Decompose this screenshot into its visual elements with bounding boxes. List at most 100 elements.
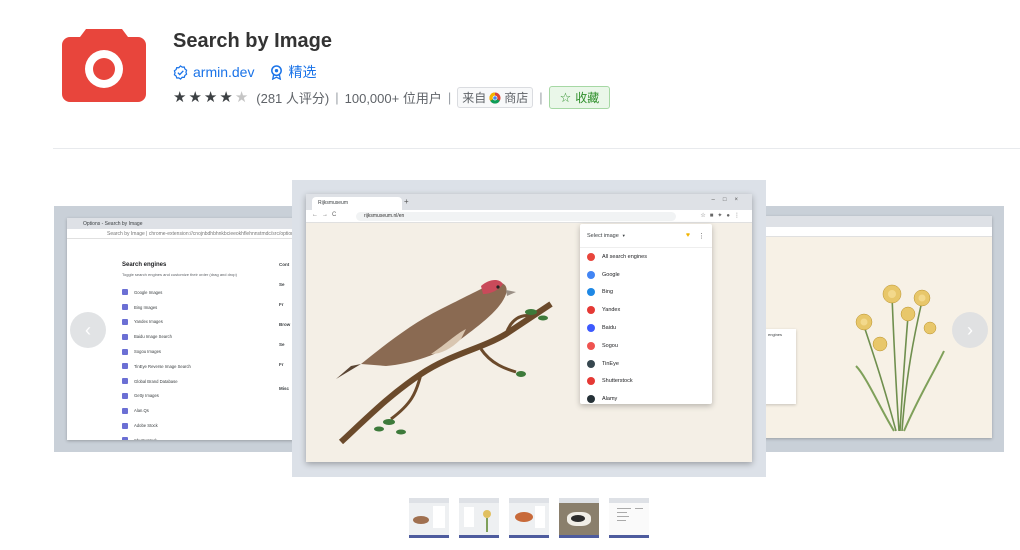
- checkbox-icon[interactable]: [122, 378, 128, 385]
- engine-option-row[interactable]: Alan.Qs: [122, 403, 237, 418]
- carousel-prev-button[interactable]: ‹: [70, 312, 106, 348]
- user-count: 100,000+ 位用户: [344, 91, 442, 106]
- divider: |: [335, 90, 339, 105]
- engine-option-label: Bing Images: [134, 304, 158, 310]
- engine-option-row[interactable]: Yandex Images: [122, 315, 237, 330]
- bird-illustration: [336, 280, 553, 444]
- checkbox-icon[interactable]: [122, 392, 128, 399]
- checkbox-icon[interactable]: [122, 304, 128, 311]
- favorite-button[interactable]: ☆ 收藏: [548, 86, 611, 109]
- store-prefix: 来自: [462, 91, 487, 105]
- engine-option-row[interactable]: Google Images: [122, 285, 237, 300]
- engine-option-row[interactable]: Getty Images: [122, 389, 237, 404]
- engine-menu-item[interactable]: Shutterstock: [580, 373, 712, 391]
- checkbox-icon[interactable]: [122, 348, 128, 355]
- thumbnail-4[interactable]: [559, 498, 599, 538]
- shutterstock-icon: [587, 377, 595, 386]
- checkbox-icon[interactable]: [122, 363, 128, 370]
- engine-menu-label: Google: [602, 271, 620, 278]
- engine-menu-item[interactable]: Bing: [580, 284, 712, 302]
- select-image-dropdown[interactable]: Select image: [587, 233, 619, 239]
- meta-row: armin.dev 精选: [173, 62, 316, 82]
- engine-menu-item[interactable]: Baidu: [580, 319, 712, 337]
- engine-option-row[interactable]: Global Brand Database: [122, 374, 237, 389]
- baidu-icon: [587, 324, 595, 333]
- engine-menu-item[interactable]: TinEye: [580, 355, 712, 373]
- engine-menu-item[interactable]: Google: [580, 266, 712, 284]
- star-half-icon: ★: [234, 88, 249, 106]
- checkbox-icon[interactable]: [122, 407, 128, 414]
- checkbox-icon[interactable]: [122, 437, 128, 440]
- rating-count[interactable]: (281 人评分): [256, 88, 329, 107]
- options-right-label: Fr: [279, 362, 284, 367]
- engine-option-row[interactable]: Adobe Stock: [122, 418, 237, 433]
- engine-menu-item[interactable]: Yandex: [580, 301, 712, 319]
- chevron-left-icon: ‹: [85, 319, 91, 340]
- bing-icon: [587, 288, 595, 297]
- thumbnail-1[interactable]: [409, 498, 449, 538]
- engine-option-row[interactable]: Sogou Images: [122, 344, 237, 359]
- store-suffix: 商店: [504, 91, 529, 105]
- tab-title: Rijksmuseum: [318, 200, 349, 206]
- featured-label: 精选: [288, 64, 317, 80]
- divider: |: [539, 90, 543, 105]
- checkbox-icon[interactable]: [122, 422, 128, 429]
- popup-label: engines: [768, 332, 783, 337]
- thumbnail-strip: [409, 498, 659, 538]
- carousel-next-button[interactable]: ›: [952, 312, 988, 348]
- engine-menu-label: Sogou: [602, 342, 618, 349]
- slide-rijksmuseum[interactable]: Rijksmuseum + –□× ←→C rijksmuseum.nl/en …: [292, 180, 766, 477]
- star-full-icon: ★: [188, 88, 202, 106]
- thumbnail-2[interactable]: [459, 498, 499, 538]
- engine-menu-label: TinEye: [602, 360, 619, 367]
- engine-menu-item[interactable]: All search engines: [580, 248, 712, 266]
- toolbar: ←→C rijksmuseum.nl/en ☆■✦●⋮: [306, 210, 752, 223]
- tineye-icon: [587, 359, 595, 368]
- extension-icons[interactable]: ☆■✦●⋮: [700, 212, 744, 219]
- thumbnail-3[interactable]: [509, 498, 549, 538]
- engine-option-row[interactable]: Shutterstock: [122, 433, 237, 440]
- chevron-down-icon[interactable]: ▼: [622, 233, 626, 238]
- developer-link[interactable]: armin.dev: [173, 64, 254, 80]
- engine-menu-label: All search engines: [602, 253, 647, 260]
- engine-menu-label: Bing: [602, 289, 614, 296]
- engine-option-row[interactable]: TinEye Reverse Image Search: [122, 359, 237, 374]
- url-bar[interactable]: rijksmuseum.nl/en: [356, 212, 676, 221]
- engine-option-label: TinEye Reverse Image Search: [134, 363, 191, 369]
- tab-rijksmuseum[interactable]: Rijksmuseum: [312, 197, 402, 210]
- more-icon[interactable]: ⋮: [698, 232, 705, 240]
- new-tab-icon[interactable]: +: [404, 197, 409, 206]
- checkbox-icon[interactable]: [122, 289, 128, 296]
- options-subheading: Toggle search engines and customize thei…: [122, 272, 237, 277]
- select-image-popup: Select image ▼ ♥ ⋮ All search engines Goo…: [580, 224, 712, 404]
- checkbox-icon[interactable]: [122, 333, 128, 340]
- engine-menu-label: Alamy: [602, 396, 618, 403]
- engine-list: Google Images Bing Images Yandex Images Bai…: [122, 285, 237, 440]
- options-heading: Search engines: [122, 262, 167, 268]
- engine-menu-item[interactable]: Alamy: [580, 390, 712, 408]
- sogou-icon: [587, 341, 595, 350]
- featured-badge[interactable]: 精选: [270, 62, 316, 82]
- engine-option-label: Alan.Qs: [134, 408, 149, 414]
- engine-menu-item[interactable]: Sogou: [580, 337, 712, 355]
- all-engines-icon: [587, 252, 595, 261]
- options-right-label: Cont: [279, 262, 290, 267]
- engine-popup-partial: engines: [764, 329, 796, 404]
- engine-option-row[interactable]: Baidu Image Search: [122, 329, 237, 344]
- window-controls[interactable]: –□×: [712, 197, 746, 203]
- heart-icon[interactable]: ♥: [686, 232, 690, 239]
- checkbox-icon[interactable]: [122, 318, 128, 325]
- engine-menu-label: Baidu: [602, 325, 617, 332]
- engine-menu: All search engines Google Bing Yandex Baidu S…: [580, 248, 712, 408]
- nav-buttons-icon[interactable]: ←→C: [312, 212, 340, 218]
- camera-icon: [62, 29, 146, 102]
- engine-option-label: Adobe Stock: [134, 423, 158, 429]
- url-bar: [764, 227, 992, 237]
- tab-bar: Options - Search by Image: [67, 218, 294, 229]
- options-right-label: Fr: [279, 302, 284, 307]
- thumbnail-5[interactable]: [609, 498, 649, 538]
- yandex-icon: [587, 306, 595, 315]
- engine-option-row[interactable]: Bing Images: [122, 300, 237, 315]
- favorite-label: 收藏: [575, 91, 600, 105]
- screenshot-carousel: Options - Search by Image Search by Imag…: [54, 180, 1004, 480]
